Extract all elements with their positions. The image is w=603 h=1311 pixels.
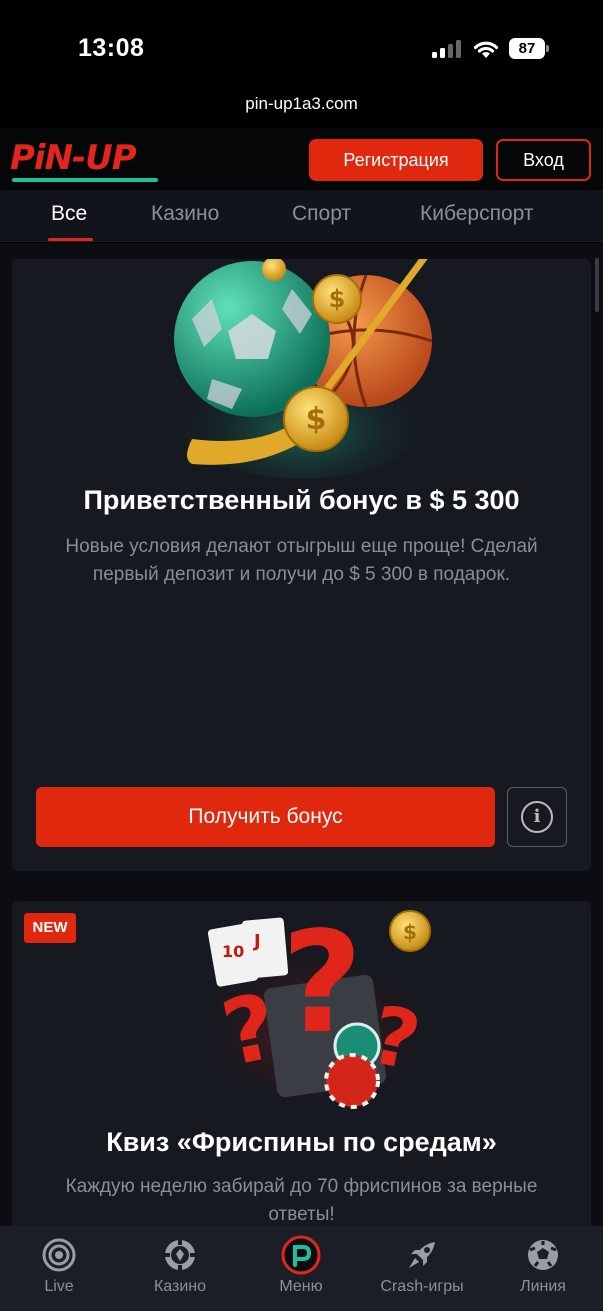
nav-label: Live bbox=[44, 1278, 74, 1295]
tab-all[interactable]: Все bbox=[51, 202, 87, 226]
status-time: 13:08 bbox=[78, 34, 145, 62]
svg-text:$: $ bbox=[403, 920, 417, 944]
address-bar-url[interactable]: pin-up1a3.com bbox=[0, 94, 603, 114]
category-tabs: Все Казино Спорт Киберспорт bbox=[0, 190, 603, 242]
promo-title: Приветственный бонус в $ 5 300 bbox=[83, 485, 520, 515]
question-marks-cards-chips-image: 10 J ? ? ? $ bbox=[192, 902, 432, 1109]
site-header: PiN-UP Регистрация Вход bbox=[0, 128, 603, 190]
nav-label: Линия bbox=[520, 1278, 566, 1295]
battery-icon: 87 bbox=[509, 38, 549, 59]
bottom-navigation: Live Казино Меню Crash-игры Линия bbox=[0, 1226, 603, 1311]
sports-balls-coins-image: $ $ bbox=[162, 259, 442, 479]
tab-esports[interactable]: Киберспорт bbox=[420, 202, 534, 226]
soccer-ball-icon bbox=[528, 1240, 558, 1270]
status-bar: 13:08 87 pin-up1a3.com bbox=[0, 0, 603, 113]
info-button[interactable]: i bbox=[507, 787, 567, 847]
promo-description: Новые условия делают отыгрыш еще проще! … bbox=[65, 536, 538, 585]
nav-item-casino[interactable]: Казино bbox=[120, 1226, 240, 1311]
pinup-logo-icon bbox=[281, 1235, 321, 1275]
nav-item-menu[interactable]: Меню bbox=[241, 1226, 361, 1311]
nav-label: Crash-игры bbox=[380, 1278, 464, 1295]
tab-casino[interactable]: Казино bbox=[151, 202, 219, 226]
nav-label: Казино bbox=[153, 1278, 207, 1295]
promo-card-quiz: NEW 10 J ? ? ? $ Квиз «Фриспины по среда… bbox=[12, 901, 591, 1226]
nav-item-crash-games[interactable]: Crash-игры bbox=[362, 1226, 482, 1311]
battery-level: 87 bbox=[509, 38, 545, 59]
get-bonus-button[interactable]: Получить бонус bbox=[36, 787, 495, 847]
svg-text:J: J bbox=[252, 931, 261, 952]
nav-label: Меню bbox=[279, 1278, 323, 1295]
new-badge: NEW bbox=[24, 913, 76, 943]
login-button[interactable]: Вход bbox=[496, 139, 591, 181]
rocket-icon bbox=[409, 1242, 435, 1268]
promo-card-welcome-bonus: $ $ Приветственный бонус в $ 5 300 Новые… bbox=[12, 259, 591, 871]
logo-text: PiN-UP bbox=[10, 138, 137, 178]
tab-sport[interactable]: Спорт bbox=[292, 202, 351, 226]
pinup-logo[interactable]: PiN-UP bbox=[10, 138, 160, 182]
scrollbar[interactable] bbox=[595, 258, 599, 312]
register-button[interactable]: Регистрация bbox=[309, 139, 483, 181]
promo-description: Каждую неделю забирай до 70 фриспинов за… bbox=[65, 1176, 538, 1225]
casino-chip-icon bbox=[164, 1239, 196, 1271]
nav-item-live[interactable]: Live bbox=[0, 1226, 119, 1311]
info-icon: i bbox=[521, 801, 553, 833]
promo-title: Квиз «Фриспины по средам» bbox=[106, 1127, 497, 1157]
active-tab-indicator bbox=[48, 238, 93, 241]
svg-text:$: $ bbox=[329, 285, 346, 313]
svg-text:$: $ bbox=[306, 402, 327, 437]
nav-item-line[interactable]: Линия bbox=[483, 1226, 603, 1311]
promo-list[interactable]: $ $ Приветственный бонус в $ 5 300 Новые… bbox=[0, 243, 603, 1226]
cellular-signal-icon bbox=[432, 40, 462, 58]
svg-text:10: 10 bbox=[222, 942, 244, 961]
wifi-icon bbox=[473, 41, 499, 58]
live-icon bbox=[42, 1238, 76, 1272]
